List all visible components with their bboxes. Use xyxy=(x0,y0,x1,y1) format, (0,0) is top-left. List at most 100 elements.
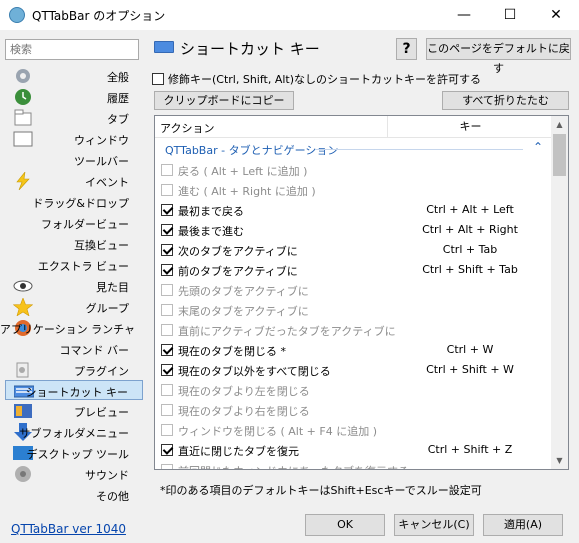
shortcut-row[interactable]: 前回閉じたウィンドウにあったタブを復元する xyxy=(155,460,553,469)
shortcut-row[interactable]: 次のタブをアクティブに Ctrl + Tab xyxy=(155,240,553,260)
sidebar-item-command-bar[interactable]: コマンド バー xyxy=(5,339,143,359)
sidebar-item-general[interactable]: 全般 xyxy=(5,66,143,86)
shortcut-row[interactable]: 前のタブをアクティブに Ctrl + Shift + Tab xyxy=(155,260,553,280)
shortcut-checkbox[interactable] xyxy=(161,424,173,436)
shortcut-checkbox[interactable] xyxy=(161,164,173,176)
sidebar: 全般 履歴 タブ ウィンドウ ツールバー イベント ドラッグ&ドロップ フォルダ… xyxy=(0,30,146,508)
allow-no-modifier-option[interactable]: 修飾キー(Ctrl, Shift, Alt)なしのショートカットキーを許可する xyxy=(152,71,481,87)
keyboard-icon xyxy=(154,41,174,53)
shortcut-action-label: 戻る ( Alt + Left に追加 ) xyxy=(178,165,308,178)
column-header-action[interactable]: アクション xyxy=(160,120,214,136)
list-header: アクション キー xyxy=(155,116,553,138)
shortcut-checkbox[interactable] xyxy=(161,184,173,196)
footnote: *印のある項目のデフォルトキーはShift+Escキーでスルー設定可 xyxy=(160,484,482,497)
speaker-icon xyxy=(15,466,31,482)
shortcut-key-value[interactable]: Ctrl + Shift + Tab xyxy=(387,263,553,276)
group-label: QTTabBar - タブとナビゲーション xyxy=(165,144,339,157)
sidebar-item-group[interactable]: グループ xyxy=(5,297,143,317)
shortcut-key-value[interactable]: Ctrl + Alt + Left xyxy=(387,203,553,216)
shortcut-row[interactable]: 現在のタブを閉じる * Ctrl + W xyxy=(155,340,553,360)
sidebar-item-appearance[interactable]: 見た目 xyxy=(5,276,143,296)
app-icon xyxy=(9,7,25,23)
collapse-all-button[interactable]: すべて折りたたむ xyxy=(442,91,569,110)
shortcut-checkbox[interactable] xyxy=(161,364,173,376)
shortcut-row[interactable]: 末尾のタブをアクティブに xyxy=(155,300,553,320)
sidebar-item-subfolder-menu[interactable]: サブフォルダメニュー xyxy=(5,422,143,442)
help-button[interactable]: ? xyxy=(396,38,417,60)
shortcut-row[interactable]: 最初まで戻る Ctrl + Alt + Left xyxy=(155,200,553,220)
shortcut-row[interactable]: 最後まで進む Ctrl + Alt + Right xyxy=(155,220,553,240)
history-icon xyxy=(15,89,31,105)
scroll-down-icon[interactable]: ▼ xyxy=(551,452,568,469)
version-link[interactable]: QTTabBar ver 1040 xyxy=(11,522,126,536)
cancel-button[interactable]: キャンセル(C) xyxy=(394,514,474,536)
sidebar-item-toolbar[interactable]: ツールバー xyxy=(5,150,143,170)
shortcut-action-label: 直前にアクティブだったタブをアクティブに xyxy=(178,325,396,338)
shortcut-row[interactable]: 直近に閉じたタブを復元 Ctrl + Shift + Z xyxy=(155,440,553,460)
sidebar-item-tab[interactable]: タブ xyxy=(5,108,143,128)
shortcut-checkbox[interactable] xyxy=(161,204,173,216)
shortcut-row[interactable]: ウィンドウを閉じる ( Alt + F4 に追加 ) xyxy=(155,420,553,440)
sidebar-item-window[interactable]: ウィンドウ xyxy=(5,129,143,149)
shortcut-checkbox[interactable] xyxy=(161,244,173,256)
shortcut-checkbox[interactable] xyxy=(161,404,173,416)
shortcut-key-value[interactable]: Ctrl + Shift + Z xyxy=(387,443,553,456)
minimize-button[interactable]: — xyxy=(441,0,487,30)
allow-no-modifier-checkbox[interactable] xyxy=(152,73,164,85)
ok-button[interactable]: OK xyxy=(305,514,385,536)
sidebar-item-event[interactable]: イベント xyxy=(5,171,143,191)
shortcut-checkbox[interactable] xyxy=(161,264,173,276)
sidebar-item-history[interactable]: 履歴 xyxy=(5,87,143,107)
bottom-bar: QTTabBar ver 1040 OK キャンセル(C) 適用(A) xyxy=(0,508,579,543)
shortcut-row[interactable]: 現在のタブより左を閉じる xyxy=(155,380,553,400)
shortcut-list: アクション キー QTTabBar - タブとナビゲーション ⌃ 戻る ( Al… xyxy=(154,115,569,470)
shortcut-row[interactable]: 現在のタブより右を閉じる xyxy=(155,400,553,420)
shortcut-checkbox[interactable] xyxy=(161,444,173,456)
shortcut-action-label: 現在のタブより右を閉じる xyxy=(178,405,310,418)
sidebar-item-plugin[interactable]: プラグイン xyxy=(5,360,143,380)
shortcut-checkbox[interactable] xyxy=(161,304,173,316)
sidebar-item-compat-view[interactable]: 互換ビュー xyxy=(5,234,143,254)
apply-button[interactable]: 適用(A) xyxy=(483,514,563,536)
shortcut-row[interactable]: 現在のタブ以外をすべて閉じる Ctrl + Shift + W xyxy=(155,360,553,380)
shortcut-checkbox[interactable] xyxy=(161,224,173,236)
shortcut-key-value[interactable]: Ctrl + Shift + W xyxy=(387,363,553,376)
scrollbar[interactable]: ▲ ▼ xyxy=(551,116,568,469)
shortcut-checkbox[interactable] xyxy=(161,284,173,296)
tab-icon xyxy=(14,109,32,126)
sidebar-item-shortcut-keys[interactable]: ショートカット キー xyxy=(5,380,143,400)
sidebar-item-other[interactable]: その他 xyxy=(5,485,143,505)
sidebar-item-preview[interactable]: プレビュー xyxy=(5,401,143,421)
sidebar-item-drag-drop[interactable]: ドラッグ&ドロップ xyxy=(5,192,143,212)
reset-page-button[interactable]: このページをデフォルトに戻す xyxy=(426,38,571,75)
maximize-button[interactable]: ☐ xyxy=(487,0,533,30)
shortcut-key-value[interactable]: Ctrl + Tab xyxy=(387,243,553,256)
sidebar-item-extra-view[interactable]: エクストラ ビュー xyxy=(5,255,143,275)
shortcut-row[interactable]: 直前にアクティブだったタブをアクティブに xyxy=(155,320,553,340)
eye-icon xyxy=(13,280,33,292)
shortcut-row[interactable]: 進む ( Alt + Right に追加 ) xyxy=(155,180,553,200)
copy-to-clipboard-button[interactable]: クリップボードにコピー xyxy=(154,91,294,110)
scroll-thumb[interactable] xyxy=(553,134,566,176)
sidebar-item-app-launcher[interactable]: アプリケーション ランチャ xyxy=(0,318,143,338)
shortcut-checkbox[interactable] xyxy=(161,344,173,356)
shortcut-checkbox[interactable] xyxy=(161,384,173,396)
sidebar-item-sound[interactable]: サウンド xyxy=(5,464,143,484)
scroll-up-icon[interactable]: ▲ xyxy=(551,116,568,133)
sidebar-item-folder-view[interactable]: フォルダービュー xyxy=(5,213,143,233)
shortcut-checkbox[interactable] xyxy=(161,464,173,469)
window-title: QTTabBar のオプション xyxy=(32,9,166,23)
shortcut-checkbox[interactable] xyxy=(161,324,173,336)
window-icon xyxy=(13,131,33,147)
shortcut-key-value[interactable]: Ctrl + Alt + Right xyxy=(387,223,553,236)
search-input[interactable] xyxy=(5,39,139,60)
shortcut-key-value[interactable]: Ctrl + W xyxy=(387,343,553,356)
sidebar-item-desktop-tool[interactable]: デスクトップ ツール xyxy=(5,443,143,463)
group-header[interactable]: QTTabBar - タブとナビゲーション ⌃ xyxy=(155,139,553,159)
close-button[interactable]: ✕ xyxy=(533,0,579,30)
preview-icon xyxy=(14,404,32,418)
shortcut-row[interactable]: 戻る ( Alt + Left に追加 ) xyxy=(155,160,553,180)
shortcut-row[interactable]: 先頭のタブをアクティブに xyxy=(155,280,553,300)
chevron-up-icon[interactable]: ⌃ xyxy=(533,140,543,154)
column-header-key[interactable]: キー xyxy=(387,116,553,138)
